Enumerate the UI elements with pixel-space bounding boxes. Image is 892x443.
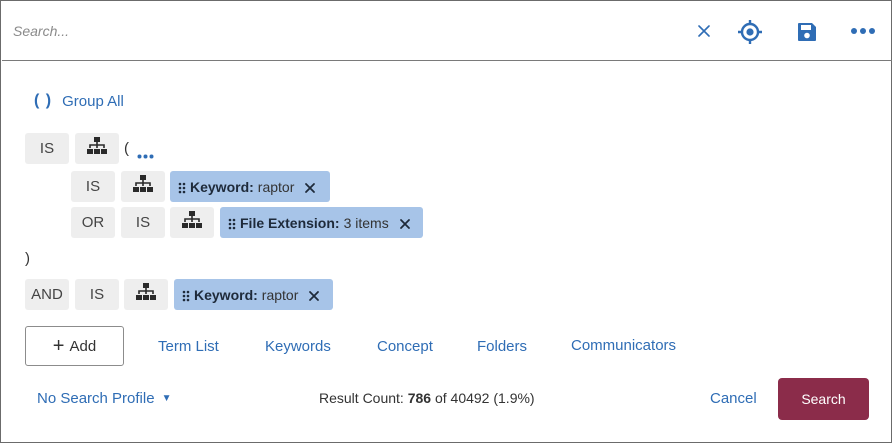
search-input[interactable] bbox=[2, 2, 682, 59]
operator-is-chip[interactable]: IS bbox=[25, 133, 69, 164]
toolbar-divider bbox=[2, 60, 892, 61]
remove-term-icon[interactable] bbox=[399, 217, 411, 229]
group-more-icon[interactable] bbox=[137, 146, 154, 164]
term-label: Keyword: bbox=[194, 286, 258, 303]
add-button[interactable]: + Add bbox=[25, 326, 124, 366]
tab-concept[interactable]: Concept bbox=[377, 338, 433, 355]
tab-keywords[interactable]: Keywords bbox=[265, 338, 331, 355]
result-count-suffix: of 40492 (1.9%) bbox=[434, 390, 535, 406]
hierarchy-icon bbox=[136, 283, 156, 306]
more-options-icon[interactable] bbox=[849, 21, 877, 41]
remove-term-icon[interactable] bbox=[304, 181, 316, 193]
save-icon[interactable] bbox=[795, 20, 819, 44]
hierarchy-icon bbox=[133, 175, 153, 198]
search-term-chip[interactable]: File Extension: 3 items bbox=[220, 207, 423, 238]
hierarchy-toggle[interactable] bbox=[170, 207, 214, 238]
result-count-value: 786 bbox=[407, 390, 432, 406]
tab-term-list[interactable]: Term List bbox=[158, 338, 219, 355]
hierarchy-icon bbox=[87, 137, 107, 160]
operator-is-chip[interactable]: IS bbox=[75, 279, 119, 310]
clear-search-icon[interactable] bbox=[695, 22, 713, 40]
operator-is-chip[interactable]: IS bbox=[71, 171, 115, 202]
drag-handle-icon[interactable] bbox=[182, 289, 190, 301]
connector-and-chip[interactable]: AND bbox=[25, 279, 69, 310]
group-all-button[interactable]: ( ) Group All bbox=[34, 90, 124, 112]
crosshair-icon[interactable] bbox=[736, 18, 764, 46]
group-all-label: Group All bbox=[62, 92, 124, 110]
hierarchy-icon bbox=[182, 211, 202, 234]
hierarchy-toggle[interactable] bbox=[121, 171, 165, 202]
term-value: raptor bbox=[257, 178, 295, 195]
search-button[interactable]: Search bbox=[778, 378, 869, 420]
plus-icon: + bbox=[52, 335, 65, 357]
drag-handle-icon[interactable] bbox=[228, 217, 236, 229]
result-count: Result Count: 786 of 40492 (1.9%) bbox=[319, 390, 535, 406]
hierarchy-toggle[interactable] bbox=[75, 133, 119, 164]
search-term-chip[interactable]: Keyword: raptor bbox=[170, 171, 330, 202]
search-panel: ( ) Group All IS ( IS Keyword: bbox=[0, 0, 892, 443]
term-value: 3 items bbox=[343, 214, 389, 231]
connector-or-chip[interactable]: OR bbox=[71, 207, 115, 238]
term-label: Keyword: bbox=[190, 178, 254, 195]
search-term-chip[interactable]: Keyword: raptor bbox=[174, 279, 333, 310]
result-count-prefix: Result Count: bbox=[319, 390, 404, 406]
operator-is-chip[interactable]: IS bbox=[121, 207, 165, 238]
cancel-button[interactable]: Cancel bbox=[710, 390, 757, 407]
close-parenthesis: ) bbox=[25, 250, 30, 267]
remove-term-icon[interactable] bbox=[308, 289, 320, 301]
tab-communicators[interactable]: Communicators bbox=[571, 337, 676, 354]
search-profile-dropdown[interactable]: No Search Profile ▼ bbox=[37, 390, 171, 407]
open-parenthesis: ( bbox=[124, 140, 129, 157]
tab-folders[interactable]: Folders bbox=[477, 338, 527, 355]
add-button-label: Add bbox=[69, 337, 97, 355]
hierarchy-toggle[interactable] bbox=[124, 279, 168, 310]
term-value: raptor bbox=[261, 286, 299, 303]
drag-handle-icon[interactable] bbox=[178, 181, 186, 193]
parentheses-icon: ( ) bbox=[34, 92, 53, 109]
search-profile-label: No Search Profile bbox=[37, 390, 155, 407]
term-label: File Extension: bbox=[240, 214, 340, 231]
caret-down-icon: ▼ bbox=[161, 393, 172, 404]
